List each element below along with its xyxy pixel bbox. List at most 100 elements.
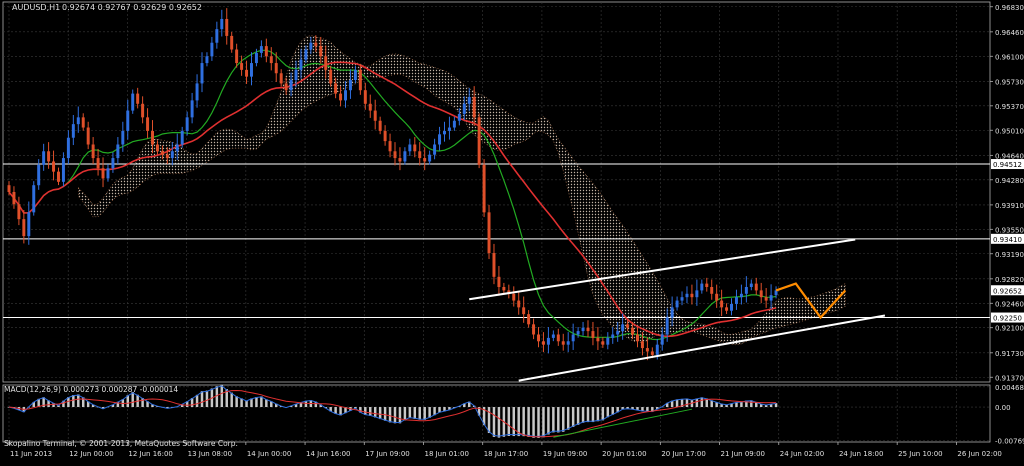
candle-body — [240, 63, 244, 70]
macd-histogram-bar — [695, 398, 699, 408]
candle-body — [517, 300, 521, 308]
macd-histogram-bar — [606, 407, 610, 418]
candle-body — [754, 283, 758, 291]
candle-body — [626, 324, 630, 328]
candle-body — [136, 93, 140, 104]
candle-body — [245, 69, 249, 77]
macd-histogram-bar — [601, 407, 605, 421]
candle-body — [591, 331, 595, 338]
macd-histogram-bar — [507, 407, 511, 436]
macd-histogram-bar — [492, 407, 496, 437]
macd-tick-label: 0.004687 — [995, 384, 1024, 392]
candle-body — [388, 141, 392, 152]
candle-body — [61, 158, 65, 182]
candle-body — [269, 56, 273, 64]
x-tick-label: 19 Jun 09:00 — [543, 450, 587, 458]
candle-body — [47, 151, 51, 162]
candle-body — [220, 18, 224, 30]
y-tick-label: 0.91730 — [995, 350, 1024, 358]
candle-body — [200, 63, 204, 84]
candle-body — [348, 80, 352, 91]
candle-body — [527, 314, 531, 325]
macd-label: MACD(12,26,9) 0.000273 0.000287 -0.00001… — [4, 385, 178, 394]
candle-body — [284, 83, 288, 91]
price-label: 0.93410 — [993, 236, 1022, 244]
macd-histogram-bar — [383, 407, 387, 421]
macd-histogram-bar — [532, 407, 535, 438]
candle-body — [418, 151, 422, 159]
candle-body — [462, 103, 466, 114]
candle-body — [675, 300, 679, 308]
macd-histogram-bar — [131, 392, 134, 408]
candle-body — [353, 69, 357, 81]
candle-body — [170, 151, 174, 159]
copyright-text: Skopalino Terminal, © 2001-2013, MetaQuo… — [4, 439, 238, 448]
candle-body — [274, 63, 278, 74]
macd-tick-label: -0.007696 — [995, 437, 1024, 445]
candle-body — [76, 117, 80, 125]
macd-histogram-bar — [547, 407, 550, 435]
y-tick-label: 0.93910 — [995, 202, 1024, 210]
macd-histogram-bar — [72, 395, 75, 408]
macd-histogram-bar — [566, 407, 570, 430]
candle-body — [561, 341, 565, 345]
candle-body — [433, 144, 437, 155]
candle-body — [175, 144, 179, 152]
candle-body — [210, 42, 214, 57]
y-tick-label: 0.93550 — [995, 226, 1024, 234]
candle-body — [685, 293, 689, 298]
x-tick-label: 18 Jun 01:00 — [424, 450, 468, 458]
candle-body — [12, 192, 16, 205]
candle-body — [230, 35, 234, 50]
macd-histogram-bar — [557, 407, 560, 433]
candle-body — [512, 293, 516, 301]
candle-body — [477, 117, 481, 165]
candle-body — [640, 341, 644, 349]
candle-body — [611, 334, 615, 338]
chart-canvas: 11 Jun 2013 12 Jun 00:00 12 Jun 16:00 13 Ju… — [0, 0, 1024, 462]
candle-body — [254, 52, 258, 64]
y-tick-label: 0.95370 — [995, 103, 1024, 111]
candle-body — [126, 110, 130, 131]
candle-body — [121, 130, 125, 145]
candle-body — [215, 29, 219, 43]
candle-body — [334, 83, 338, 94]
candle-body — [319, 46, 323, 57]
x-tick-label: 24 Jun 02:00 — [780, 450, 824, 458]
candle-body — [339, 93, 343, 101]
candle-body — [86, 127, 90, 145]
candle-body — [428, 154, 432, 162]
candle-body — [264, 46, 268, 57]
candle-body — [537, 334, 540, 342]
candle-body — [616, 331, 620, 335]
macd-histogram-bar — [576, 407, 580, 425]
candle-body — [725, 307, 729, 311]
candle-body — [205, 56, 209, 64]
macd-histogram-bar — [487, 407, 491, 434]
candle-body — [155, 144, 159, 152]
candle-body — [393, 151, 397, 159]
macd-histogram-bar — [586, 407, 590, 423]
candle-body — [700, 283, 704, 291]
candle-body — [522, 307, 526, 315]
macd-tick-label: 0.00 — [995, 404, 1011, 412]
macd-histogram-bar — [403, 407, 407, 421]
macd-histogram-bar — [685, 398, 689, 408]
candle-body — [730, 303, 733, 311]
candle-body — [571, 334, 575, 342]
candle-body — [185, 117, 189, 131]
candle-body — [91, 144, 95, 159]
candle-body — [373, 110, 377, 121]
x-tick-label: 25 Jun 10:00 — [898, 450, 942, 458]
candle-body — [413, 144, 417, 152]
candle-body — [195, 83, 199, 101]
macd-histogram-bar — [220, 384, 224, 408]
candle-body — [497, 276, 501, 287]
candle-body — [116, 144, 120, 159]
x-tick-label: 11 Jun 2013 — [10, 450, 52, 458]
candle-body — [621, 324, 625, 332]
price-label: 0.94512 — [993, 161, 1022, 169]
candle-body — [650, 351, 654, 355]
macd-histogram-bar — [388, 407, 392, 423]
macd-histogram-bar — [581, 407, 585, 423]
